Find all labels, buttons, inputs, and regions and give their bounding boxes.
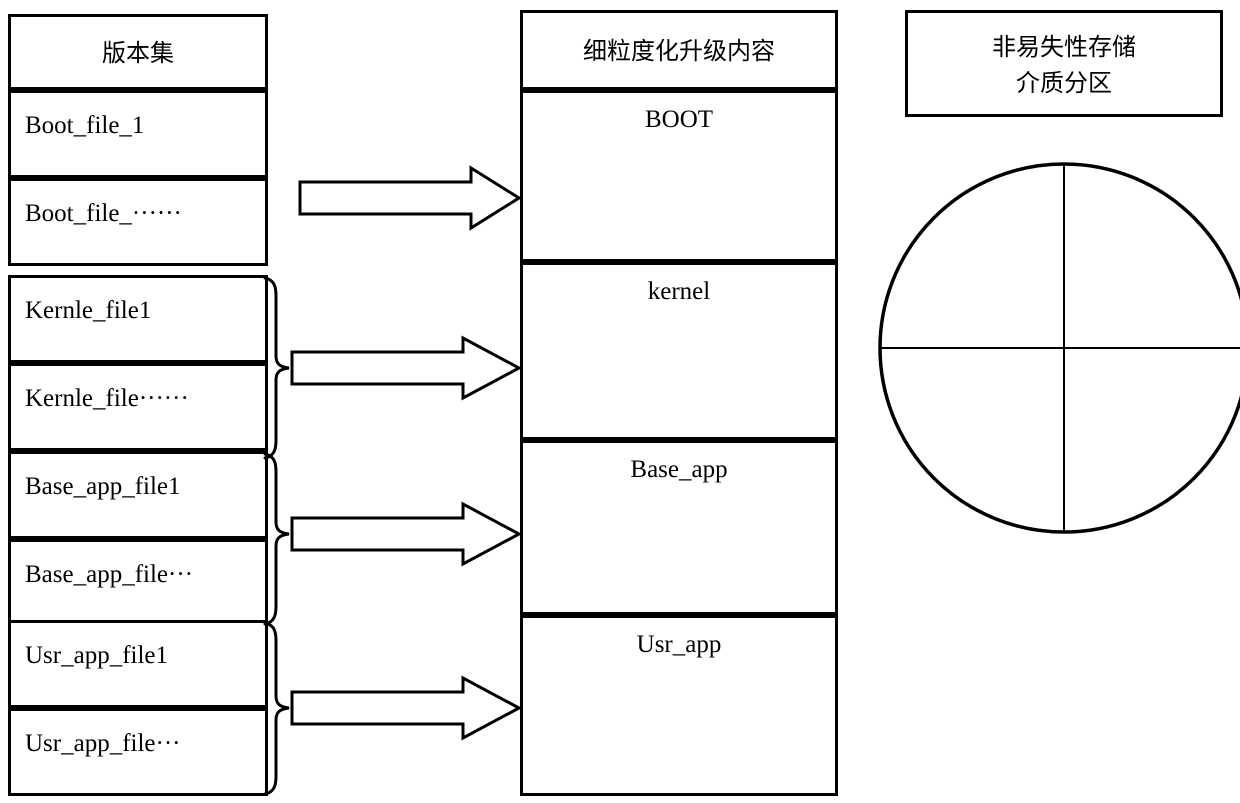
storage-partition-header-line1: 非易失性存储 (992, 33, 1136, 61)
arrow-base-app (290, 501, 523, 567)
version-set-row-label: Usr_app_file··· (25, 730, 181, 757)
version-set-row-5: Base_app_file··· (8, 539, 268, 627)
version-set-header-box: 版本集 (8, 14, 268, 90)
version-set-row-7: Usr_app_file··· (8, 708, 268, 796)
version-set-row-1: Boot_file_······ (8, 178, 268, 266)
storage-partition-header-box: 非易失性存储 介质分区 (905, 10, 1223, 117)
version-set-row-4: Base_app_file1 (8, 451, 268, 539)
brace-kernel-group (263, 276, 290, 460)
upgrade-content-row-2: Base_app (520, 440, 838, 615)
version-set-row-label: Usr_app_file1 (25, 642, 169, 669)
storage-partition-header-line2: 介质分区 (1016, 69, 1112, 97)
version-set-header-label: 版本集 (102, 39, 174, 67)
version-set-row-label: Boot_file_1 (25, 112, 145, 139)
storage-partition-circle (878, 162, 1240, 534)
version-set-row-2: Kernle_file1 (8, 275, 268, 363)
upgrade-content-row-label: kernel (647, 278, 711, 305)
version-set-row-label: Kernle_file1 (25, 297, 152, 324)
version-set-row-6: Usr_app_file1 (8, 620, 268, 708)
arrow-kernel (290, 335, 523, 401)
arrow-usr-app (290, 675, 523, 741)
upgrade-content-header-box: 细粒度化升级内容 (520, 10, 838, 90)
arrow-boot (298, 165, 522, 231)
upgrade-content-row-1: kernel (520, 262, 838, 440)
version-set-row-3: Kernle_file······ (8, 363, 268, 451)
version-set-row-label: Base_app_file1 (25, 473, 181, 500)
upgrade-content-row-0: BOOT (520, 90, 838, 262)
brace-usr-app-group (263, 621, 290, 796)
version-set-row-label: Boot_file_······ (25, 200, 182, 227)
version-set-row-label: Kernle_file······ (25, 385, 189, 412)
storage-quadrant-label-bottom-right: kernel (1100, 423, 1160, 449)
upgrade-content-row-label: Base_app (630, 456, 728, 483)
storage-quadrant-label-top-left: Base_app (966, 240, 1060, 266)
version-set-row-label: Base_app_file··· (25, 561, 193, 588)
diagram-canvas: 版本集 Boot_file_1 Boot_file_······ Kernle_… (0, 0, 1240, 803)
brace-base-app-group (263, 452, 290, 626)
upgrade-content-header-label: 细粒度化升级内容 (583, 37, 775, 65)
upgrade-content-row-label: BOOT (644, 106, 714, 133)
storage-quadrant-label-bottom-left: BOOT (957, 423, 1023, 449)
upgrade-content-row-3: Usr_app (520, 615, 838, 796)
version-set-row-0: Boot_file_1 (8, 90, 268, 178)
upgrade-content-row-label: Usr_app (636, 631, 722, 658)
storage-quadrant-label-top-right: Usr_app (1063, 240, 1145, 266)
